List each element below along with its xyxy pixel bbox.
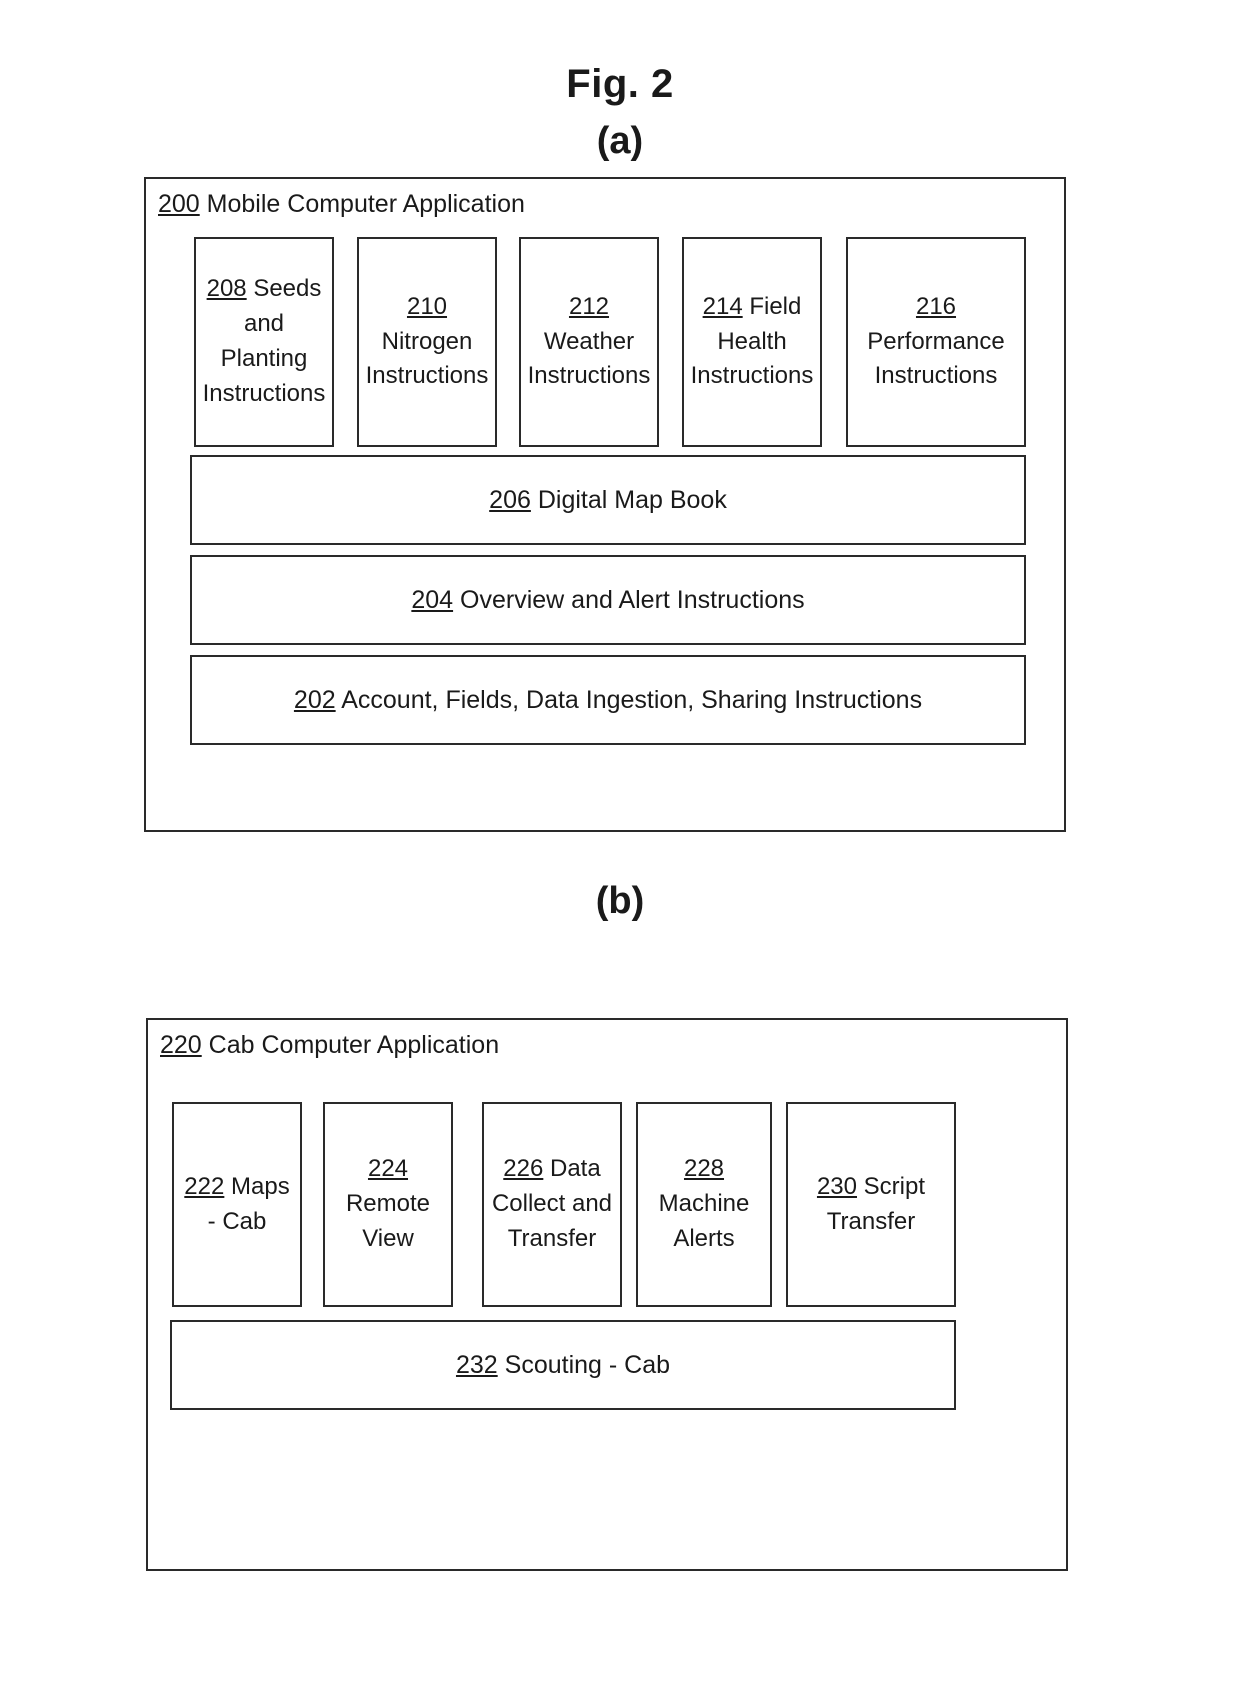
module-ref-208: 208	[206, 275, 247, 303]
panel-a-header: 200 Mobile Computer Application	[158, 190, 525, 219]
module-ref-210: 210	[406, 292, 448, 320]
panel-a-ref: 200	[158, 190, 200, 218]
module-tile-nitrogen[interactable]: 210 Nitrogen Instructions	[357, 237, 497, 447]
cab-tile-remote-view-label: 224 Remote View	[331, 1152, 445, 1256]
module-tile-performance[interactable]: 216 Performance Instructions	[846, 237, 1026, 447]
cab-tile-machine-alerts[interactable]: 228 Machine Alerts	[636, 1102, 772, 1307]
module-tile-field-health-label: 214 Field Health Instructions	[690, 290, 814, 394]
module-bar-digital-map-book[interactable]: 206 Digital Map Book	[190, 455, 1026, 545]
panel-b-header: 220 Cab Computer Application	[160, 1031, 500, 1060]
figure-title: Fig. 2	[566, 62, 674, 106]
module-tile-seeds-and-planting[interactable]: 208 Seeds and Planting Instructions	[194, 237, 334, 447]
module-bar-overview-and-alert-label: 204 Overview and Alert Instructions	[411, 586, 804, 615]
cab-tile-script-transfer[interactable]: 230 Script Transfer	[786, 1102, 956, 1307]
cab-tile-maps-label: 222 Maps - Cab	[180, 1170, 294, 1240]
module-tile-weather[interactable]: 212 Weather Instructions	[519, 237, 659, 447]
module-ref-212: 212	[568, 292, 610, 320]
module-label-216: Performance Instructions	[867, 327, 1005, 390]
module-label-202: Account, Fields, Data Ingestion, Sharing…	[341, 685, 923, 714]
module-tile-nitrogen-label: 210 Nitrogen Instructions	[365, 290, 489, 394]
panel-b-title-text: Cab Computer Application	[208, 1031, 500, 1059]
cab-label-228: Machine Alerts	[658, 1190, 750, 1252]
module-bar-overview-and-alert[interactable]: 204 Overview and Alert Instructions	[190, 555, 1026, 645]
cab-tile-script-transfer-label: 230 Script Transfer	[794, 1170, 948, 1240]
panel-a-title-spacer	[200, 190, 207, 218]
module-label-206: Digital Map Book	[537, 485, 727, 514]
module-bar-account-fields-data-ingestion[interactable]: 202 Account, Fields, Data Ingestion, Sha…	[190, 655, 1026, 745]
module-bar-account-fields-label: 202 Account, Fields, Data Ingestion, Sha…	[294, 686, 922, 715]
module-ref-204: 204	[411, 585, 454, 614]
module-ref-216: 216	[915, 292, 957, 320]
cab-label-224: Remote View	[345, 1190, 431, 1252]
cab-ref-224: 224	[367, 1155, 409, 1183]
cab-ref-222: 222	[184, 1172, 225, 1200]
cab-tile-remote-view[interactable]: 224 Remote View	[323, 1102, 453, 1307]
module-tile-weather-label: 212 Weather Instructions	[527, 290, 651, 394]
cab-bar-scouting[interactable]: 232 Scouting - Cab	[170, 1320, 956, 1410]
cab-bar-scouting-label: 232 Scouting - Cab	[456, 1351, 670, 1380]
panel-b-letter: (b)	[595, 880, 645, 922]
cab-tile-maps[interactable]: 222 Maps - Cab	[172, 1102, 302, 1307]
module-ref-206: 206	[489, 485, 531, 514]
module-label-210: Nitrogen Instructions	[365, 327, 489, 390]
module-tile-performance-label: 216 Performance Instructions	[854, 290, 1018, 394]
panel-a-title-text: Mobile Computer Application	[206, 190, 525, 218]
panel-b-ref: 220	[160, 1031, 202, 1059]
cab-label-232: Scouting - Cab	[504, 1350, 671, 1379]
cab-tile-data-collect-label: 226 Data Collect and Transfer	[490, 1152, 614, 1256]
panel-a-letter: (a)	[596, 120, 644, 162]
module-tile-field-health[interactable]: 214 Field Health Instructions	[682, 237, 822, 447]
cab-tile-data-collect-and-transfer[interactable]: 226 Data Collect and Transfer	[482, 1102, 622, 1307]
module-tile-seeds-and-planting-label: 208 Seeds and Planting Instructions	[202, 272, 326, 411]
mobile-computer-application-container: 200 Mobile Computer Application 208 Seed…	[144, 177, 1066, 832]
module-label-204: Overview and Alert Instructions	[460, 585, 805, 614]
cab-ref-232: 232	[455, 1350, 498, 1379]
cab-ref-226: 226	[503, 1155, 544, 1183]
panel-b-title-spacer	[202, 1031, 209, 1059]
module-ref-214: 214	[702, 292, 743, 320]
module-bar-digital-map-book-label: 206 Digital Map Book	[489, 486, 727, 515]
cab-tile-machine-alerts-label: 228 Machine Alerts	[644, 1152, 764, 1256]
cab-computer-application-container: 220 Cab Computer Application 222 Maps - …	[146, 1018, 1068, 1571]
module-ref-202: 202	[293, 685, 336, 714]
cab-ref-228: 228	[683, 1155, 725, 1183]
module-label-212: Weather Instructions	[527, 327, 651, 390]
cab-ref-230: 230	[816, 1172, 857, 1200]
